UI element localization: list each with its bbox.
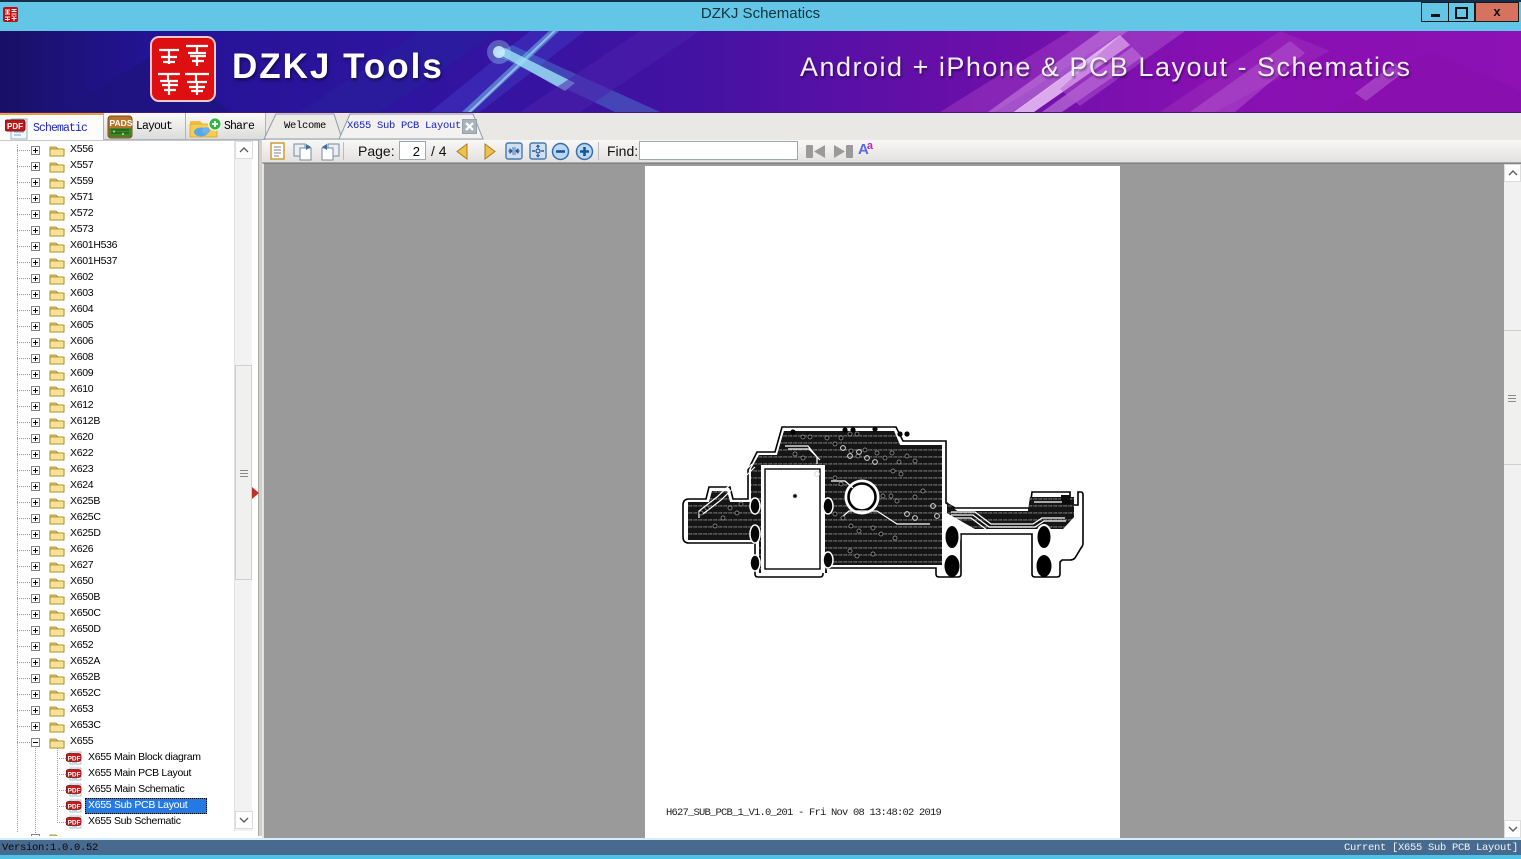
svg-text:PDF: PDF: [7, 122, 23, 131]
svg-text:PDF: PDF: [68, 771, 81, 778]
svg-text:PADS: PADS: [110, 118, 133, 128]
svg-text:PDF: PDF: [68, 803, 81, 810]
svg-text:PDF: PDF: [68, 787, 81, 794]
svg-text:PDF: PDF: [68, 819, 81, 826]
svg-text:PDF: PDF: [68, 755, 81, 762]
